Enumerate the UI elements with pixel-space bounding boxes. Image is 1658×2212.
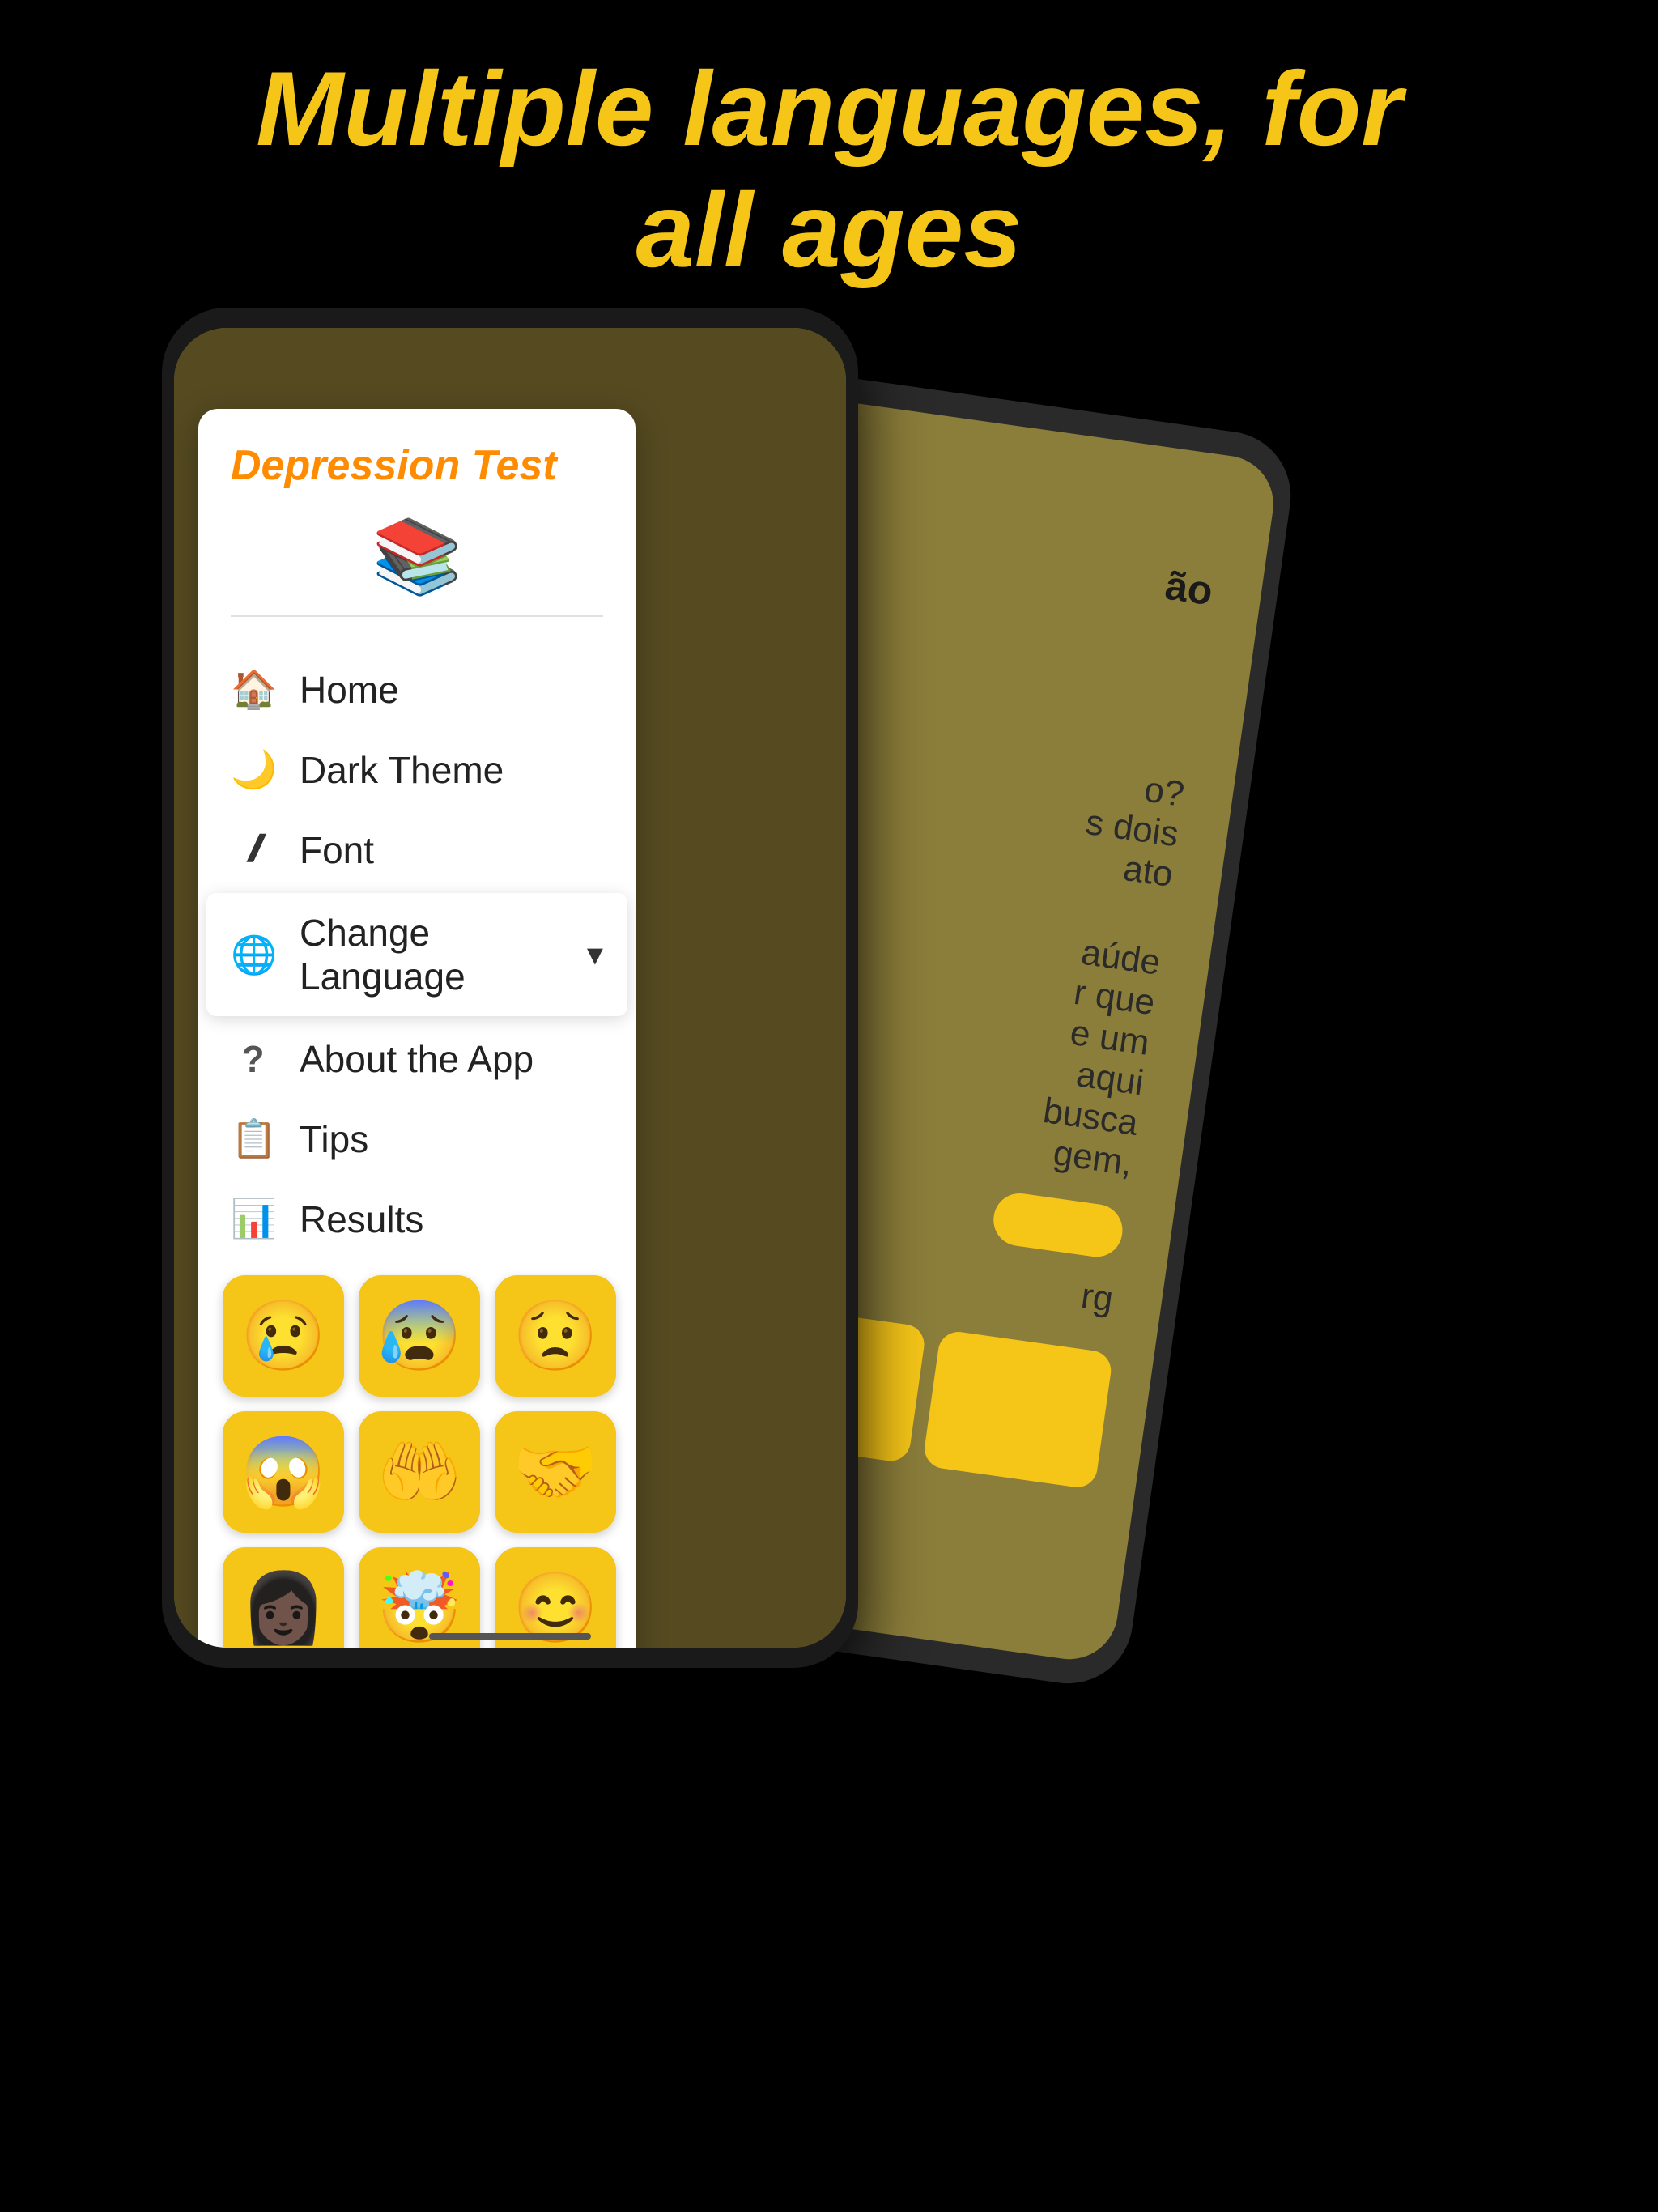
font-label: Font — [300, 828, 374, 872]
drawer-item-change-language[interactable]: 🌐 Change Language ▾ — [206, 893, 627, 1016]
change-language-label: Change Language — [300, 911, 587, 998]
drawer-item-about[interactable]: ? About the App — [198, 1019, 636, 1099]
drawer-item-dark-theme[interactable]: 🌙 Dark Theme — [198, 730, 636, 810]
chevron-down-icon: ▾ — [587, 936, 603, 973]
font-icon: 𝑰 — [231, 827, 275, 872]
hero-title: Multiple languages, for all ages — [0, 49, 1658, 291]
question-icon: ? — [231, 1037, 275, 1081]
drawer-app-title: Depression Test — [231, 441, 603, 490]
moon-icon: 🌙 — [231, 747, 275, 792]
emotion-tile-4[interactable]: 😱 — [223, 1411, 344, 1533]
results-label: Results — [300, 1197, 423, 1241]
drawer-divider — [231, 615, 603, 617]
drawer-header: Depression Test 📚 — [198, 409, 636, 649]
globe-icon: 🌐 — [231, 933, 275, 977]
results-icon: 📊 — [231, 1197, 275, 1241]
nav-drawer: Depression Test 📚 🏠 Home 🌙 Dark Theme — [198, 409, 636, 1648]
drawer-item-font[interactable]: 𝑰 Font — [198, 810, 636, 890]
drawer-item-home[interactable]: 🏠 Home — [198, 649, 636, 730]
emotion-icon-hands: 🤲 — [376, 1431, 462, 1512]
emotion-tile-2[interactable]: 😰 — [359, 1275, 480, 1397]
drawer-app-icon: 📚 — [231, 514, 603, 599]
emotion-icon-person-dark: 👩🏿 — [240, 1568, 326, 1648]
hero-title-line1: Multiple languages, for — [256, 49, 1402, 168]
emotion-tile-3[interactable]: 😟 — [495, 1275, 616, 1397]
emotion-tile-5[interactable]: 🤲 — [359, 1411, 480, 1533]
phone-front: Depression Test 📚 🏠 Home 🌙 Dark Theme — [162, 308, 858, 1668]
tips-icon: 📋 — [231, 1117, 275, 1161]
emotion-grid: 😢 😰 😟 😱 🤲 🤝 — [198, 1259, 636, 1648]
emotion-icon-handshake: 🤝 — [512, 1431, 598, 1512]
about-label: About the App — [300, 1037, 534, 1081]
emotion-tile-7[interactable]: 👩🏿 — [223, 1547, 344, 1648]
emotion-tile-6[interactable]: 🤝 — [495, 1411, 616, 1533]
emotion-icon-worried: 😟 — [512, 1295, 598, 1376]
emotion-icon-shocked: 😱 — [240, 1431, 326, 1512]
emotion-icon-sad-woman: 😢 — [240, 1295, 326, 1376]
emotion-icon-crying-man: 😰 — [376, 1295, 462, 1376]
drawer-item-results[interactable]: 📊 Results — [198, 1179, 636, 1259]
drawer-item-tips[interactable]: 📋 Tips — [198, 1099, 636, 1179]
home-icon: 🏠 — [231, 667, 275, 712]
drawer-menu-items: 🏠 Home 🌙 Dark Theme 𝑰 Font 🌐 Change Lang… — [198, 649, 636, 1259]
home-label: Home — [300, 668, 399, 712]
emotion-tile-1[interactable]: 😢 — [223, 1275, 344, 1397]
phone-front-screen: Depression Test 📚 🏠 Home 🌙 Dark Theme — [174, 328, 846, 1648]
dark-theme-label: Dark Theme — [300, 748, 504, 792]
phone-home-bar — [429, 1633, 591, 1640]
hero-title-line2: all ages — [636, 171, 1022, 289]
tips-label: Tips — [300, 1117, 368, 1161]
